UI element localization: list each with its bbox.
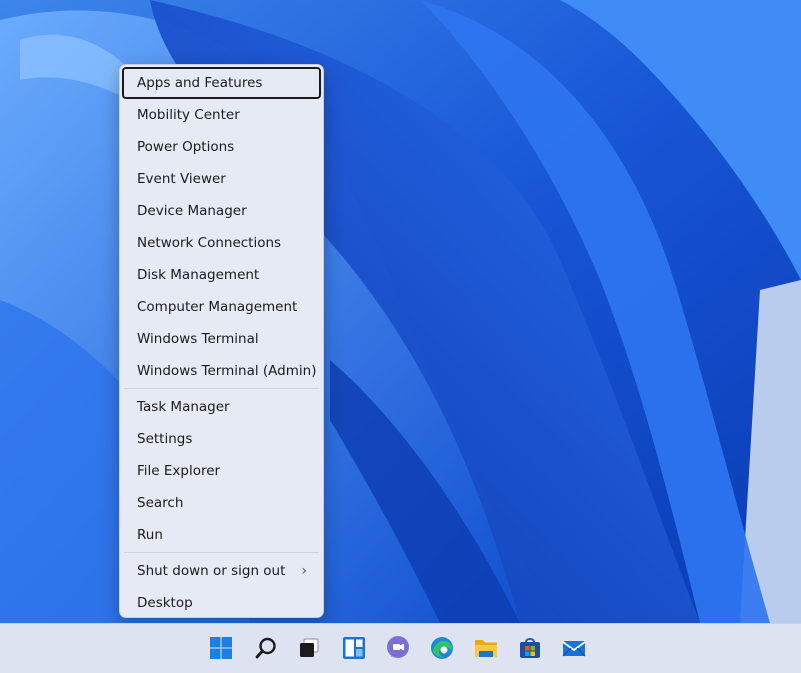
menu-item-windows-terminal[interactable]: Windows Terminal [122,323,321,355]
windows-start-icon[interactable] [207,634,235,662]
menu-item-disk-management[interactable]: Disk Management [122,259,321,291]
widgets-icon[interactable] [340,634,368,662]
task-view-icon[interactable] [295,634,323,662]
menu-item-apps-and-features[interactable]: Apps and Features [122,67,321,99]
menu-item-device-manager[interactable]: Device Manager [122,195,321,227]
menu-item-network-connections[interactable]: Network Connections [122,227,321,259]
menu-item-settings[interactable]: Settings [122,423,321,455]
menu-item-mobility-center[interactable]: Mobility Center [122,99,321,131]
store-icon[interactable] [516,634,544,662]
search-icon[interactable] [252,634,280,662]
taskbar [0,623,801,673]
menu-item-event-viewer[interactable]: Event Viewer [122,163,321,195]
file-explorer-icon[interactable] [472,634,500,662]
menu-separator [124,552,319,553]
menu-item-power-options[interactable]: Power Options [122,131,321,163]
menu-item-windows-terminal-admin[interactable]: Windows Terminal (Admin) [122,355,321,387]
menu-separator [124,388,319,389]
menu-item-task-manager[interactable]: Task Manager [122,391,321,423]
menu-item-run[interactable]: Run [122,519,321,551]
edge-icon[interactable] [428,634,456,662]
mail-icon[interactable] [560,634,588,662]
chevron-right-icon: › [301,563,307,579]
menu-item-computer-management[interactable]: Computer Management [122,291,321,323]
menu-item-desktop[interactable]: Desktop [122,587,321,619]
menu-item-shut-down-or-sign-out[interactable]: Shut down or sign out › [122,555,321,587]
quick-link-menu: Apps and Features Mobility Center Power … [119,64,324,618]
menu-item-file-explorer[interactable]: File Explorer [122,455,321,487]
menu-item-search[interactable]: Search [122,487,321,519]
teams-chat-icon[interactable] [384,634,412,662]
menu-item-label: Shut down or sign out [137,563,286,579]
